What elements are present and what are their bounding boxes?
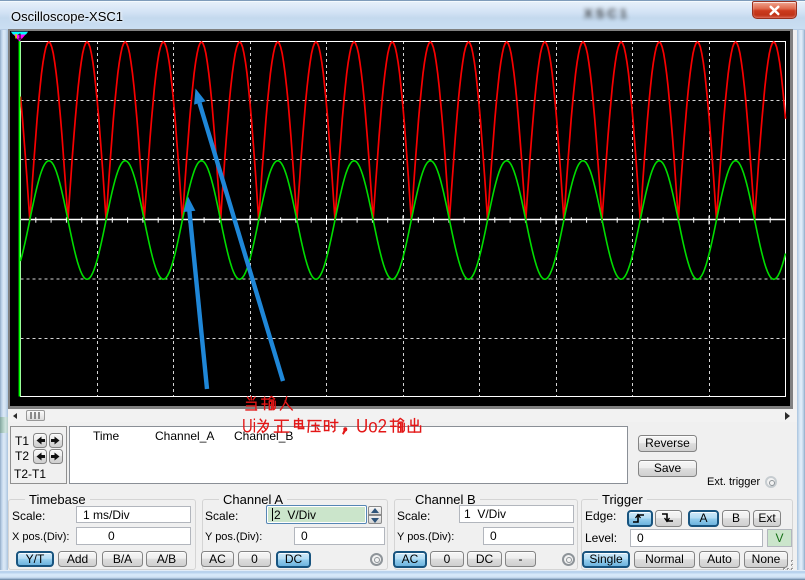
svg-text:Uo2: Uo2 — [356, 417, 387, 438]
svg-text:Ui: Ui — [242, 417, 256, 438]
